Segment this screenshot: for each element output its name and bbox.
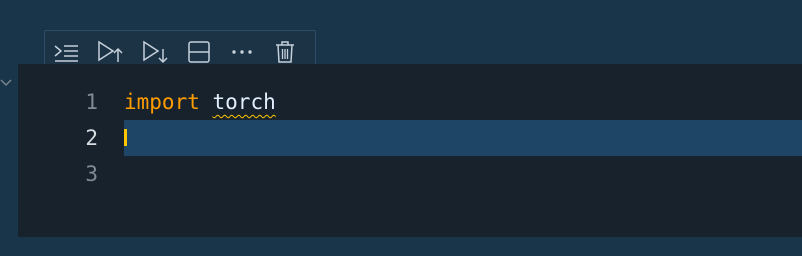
execute-above-button[interactable] xyxy=(53,37,79,67)
text-cursor xyxy=(124,129,127,146)
keyword-token: import xyxy=(124,90,200,114)
module-token: torch xyxy=(212,90,276,114)
code-line[interactable]: import torch xyxy=(124,84,276,120)
notebook-cell-area: 1 2 3 import torch xyxy=(0,0,802,256)
code-editor[interactable]: 1 2 3 import torch xyxy=(18,64,802,237)
line-number: 3 xyxy=(85,162,98,186)
run-below-button[interactable] xyxy=(141,37,169,67)
line-number: 1 xyxy=(85,90,98,114)
run-below-icon xyxy=(141,40,169,64)
line-number-active: 2 xyxy=(85,126,98,150)
collapse-chevron-icon[interactable] xyxy=(0,73,12,86)
split-cell-icon xyxy=(187,40,211,64)
split-cell-button[interactable] xyxy=(186,37,212,67)
execute-above-icon xyxy=(53,42,79,62)
delete-cell-button[interactable] xyxy=(272,37,298,67)
current-line-highlight xyxy=(124,120,802,156)
more-icon xyxy=(230,40,254,64)
more-actions-button[interactable] xyxy=(229,37,255,67)
run-above-button[interactable] xyxy=(96,37,124,67)
trash-icon xyxy=(274,40,296,64)
run-above-icon xyxy=(96,40,124,64)
